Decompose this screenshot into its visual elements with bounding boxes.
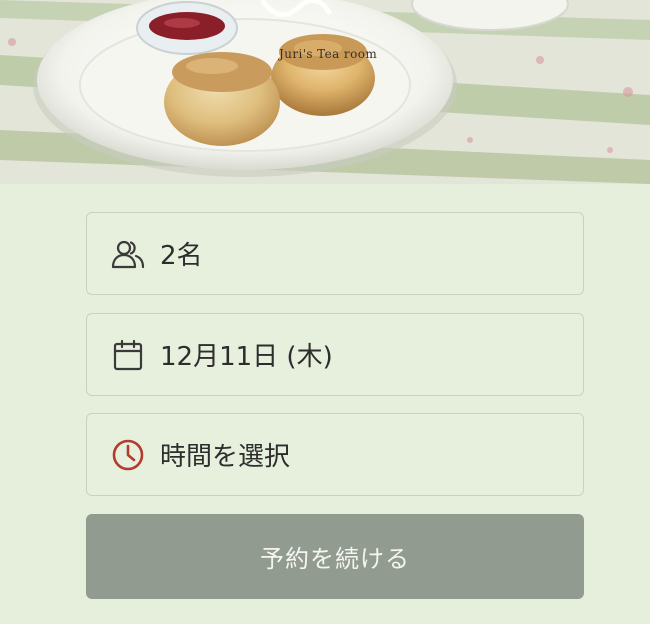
people-icon: [111, 237, 145, 271]
date-label: 12月11日 (木): [160, 342, 333, 372]
date-selector[interactable]: 12月11日 (木): [86, 313, 584, 396]
calendar-icon: [111, 338, 145, 372]
tea-room-brand: Juri's Tea room: [279, 47, 378, 61]
clock-icon: [111, 438, 145, 472]
hero-image: Juri's Tea room: [0, 0, 650, 184]
guests-label: 2名: [160, 241, 203, 271]
time-selector[interactable]: 時間を選択: [86, 413, 584, 496]
continue-reservation-button[interactable]: 予約を続ける: [86, 514, 584, 599]
guests-selector[interactable]: 2名: [86, 212, 584, 295]
hero-photo: [0, 0, 650, 184]
time-label: 時間を選択: [160, 442, 291, 472]
